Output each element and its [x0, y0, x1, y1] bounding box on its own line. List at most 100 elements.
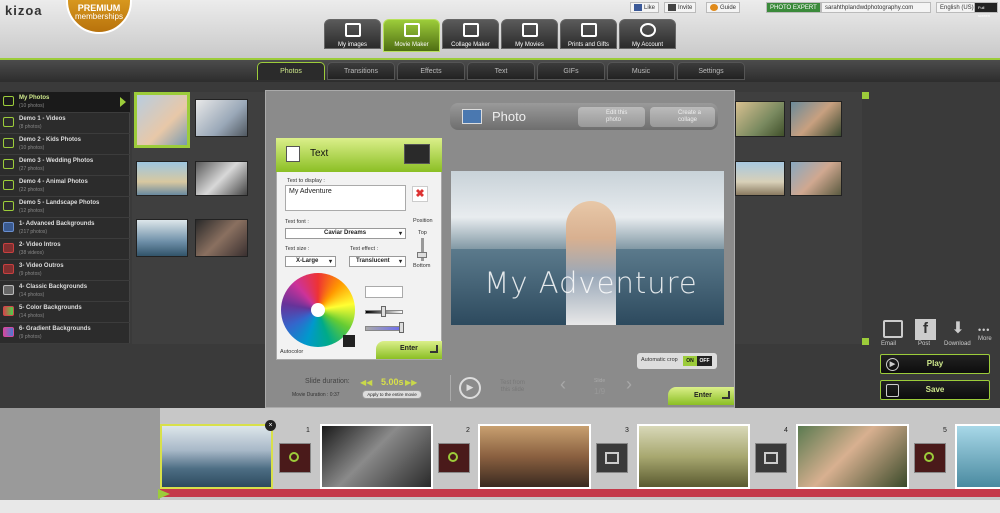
modal-enter-button[interactable]: Enter	[668, 387, 734, 405]
facebook-like-button[interactable]: Like	[630, 2, 660, 13]
subtab-effects[interactable]: Effects	[397, 62, 465, 80]
email-icon[interactable]	[883, 320, 903, 338]
zoom-effect-icon[interactable]	[279, 443, 311, 473]
photo-thumbnail[interactable]	[790, 161, 842, 196]
grid-corner-handle[interactable]	[862, 92, 869, 99]
zoom-effect-icon[interactable]	[914, 443, 946, 473]
timeline-scrollbar[interactable]	[0, 500, 1000, 513]
save-button[interactable]: Save	[880, 380, 990, 400]
album-item[interactable]: Demo 2 - Kids Photos (10 photos)	[0, 134, 130, 155]
timeline-slide[interactable]	[320, 424, 433, 489]
automatic-crop-toggle[interactable]: Automatic crop ON OFF	[637, 353, 717, 369]
play-button[interactable]: ▶ Play	[880, 354, 990, 374]
brightness-slider-handle[interactable]	[381, 306, 386, 317]
text-input[interactable]: My Adventure	[285, 185, 406, 211]
tab-my-account[interactable]: My Account	[619, 19, 676, 49]
invite-link[interactable]: Invite	[664, 2, 697, 13]
photo-thumbnail[interactable]	[790, 101, 842, 137]
opacity-slider-handle[interactable]	[399, 322, 404, 333]
font-select[interactable]: Caviar Dreams ▾	[285, 228, 406, 239]
album-item[interactable]: 1- Advanced Backgrounds (217 photos)	[0, 218, 130, 239]
album-item[interactable]: My Photos (10 photos)	[0, 92, 130, 113]
account-icon	[640, 23, 656, 37]
subtab-settings[interactable]: Settings	[677, 62, 745, 80]
album-item[interactable]: 6- Gradient Backgrounds (9 photos)	[0, 323, 130, 344]
decrease-duration-icon[interactable]: ◀◀	[360, 378, 372, 387]
album-item[interactable]: 2- Video Intros (38 videos)	[0, 239, 130, 260]
tab-prints-gifts[interactable]: Prints and Gifts	[560, 19, 617, 49]
subtab-gifs[interactable]: GIFs	[537, 62, 605, 80]
tab-my-images[interactable]: My images	[324, 19, 381, 49]
size-select[interactable]: X-Large ▾	[285, 256, 336, 267]
kizoa-logo[interactable]: kizoa	[5, 3, 43, 18]
expand-effect-icon[interactable]	[596, 443, 628, 473]
check-icon	[3, 201, 14, 211]
timeline-slide[interactable]	[796, 424, 909, 489]
album-item[interactable]: Demo 5 - Landscape Photos (12 photos)	[0, 197, 130, 218]
shrink-effect-icon[interactable]	[755, 443, 787, 473]
duration-value: 5.00s	[381, 377, 404, 387]
photo-thumbnail[interactable]	[195, 161, 248, 196]
next-slide-arrow[interactable]: ›	[626, 374, 632, 395]
timeline-slide[interactable]	[955, 424, 1000, 489]
edit-photo-button[interactable]: Edit this photo	[578, 107, 645, 127]
album-item[interactable]: Demo 1 - Videos (8 photos)	[0, 113, 130, 134]
photo-thumbnail[interactable]	[136, 161, 188, 196]
album-item[interactable]: 5- Color Backgrounds (14 photos)	[0, 302, 130, 323]
test-play-icon[interactable]: ▶	[459, 377, 481, 399]
position-slider-handle[interactable]	[417, 252, 427, 258]
subtab-transitions[interactable]: Transitions	[327, 62, 395, 80]
text-panel-header: Text	[276, 138, 442, 172]
photo-thumbnail[interactable]	[735, 161, 785, 196]
check-icon	[3, 138, 14, 148]
photo-thumbnail[interactable]	[195, 219, 248, 257]
create-collage-button[interactable]: Create a collage	[650, 107, 715, 127]
download-icon[interactable]: ⬇	[948, 320, 968, 338]
album-item[interactable]: Demo 3 - Wedding Photos (27 photos)	[0, 155, 130, 176]
subtab-text[interactable]: Text	[467, 62, 535, 80]
tab-movie-maker[interactable]: Movie Maker	[383, 19, 440, 52]
movie-maker-icon	[404, 23, 420, 37]
remove-slide-icon[interactable]: ×	[265, 420, 276, 431]
effect-select[interactable]: Translucent ▾	[349, 256, 406, 267]
increase-duration-icon[interactable]: ▶▶	[405, 378, 417, 387]
timeline-bar	[160, 489, 1000, 497]
fullscreen-button[interactable]: Full screen	[974, 2, 998, 18]
timeline-slide[interactable]	[478, 424, 591, 489]
zoom-effect-icon[interactable]	[438, 443, 470, 473]
check-icon	[3, 117, 14, 127]
enter-arrow-icon	[722, 391, 730, 399]
photo-expert-badge[interactable]: PHOTO EXPERT	[766, 2, 821, 13]
more-icon[interactable]: •••	[978, 325, 990, 335]
divider	[450, 375, 451, 401]
grid-corner-handle[interactable]	[862, 338, 869, 345]
post-facebook-icon[interactable]: f	[915, 319, 936, 340]
classic-bg-icon	[3, 285, 14, 295]
prev-slide-arrow[interactable]: ‹	[560, 374, 566, 395]
apply-all-button[interactable]: Apply to the entire movie	[362, 390, 422, 399]
photo-thumbnail[interactable]	[735, 101, 785, 137]
film-icon[interactable]	[404, 144, 430, 164]
subtab-music[interactable]: Music	[607, 62, 675, 80]
photo-thumbnail[interactable]	[136, 219, 188, 257]
tab-collage-maker[interactable]: Collage Maker	[442, 19, 499, 49]
timeline-slide[interactable]	[160, 424, 273, 489]
account-email[interactable]: sarahthplandwdphotography.com	[821, 2, 931, 13]
opacity-slider[interactable]	[365, 326, 403, 331]
guide-link[interactable]: Guide	[706, 2, 741, 13]
album-item[interactable]: 4- Classic Backgrounds (14 photos)	[0, 281, 130, 302]
album-item[interactable]: 3- Video Outros (9 photos)	[0, 260, 130, 281]
color-swatch[interactable]	[343, 335, 355, 347]
photo-thumbnail[interactable]	[195, 99, 248, 137]
timeline-slide[interactable]	[637, 424, 750, 489]
color-bg-icon	[3, 306, 14, 316]
clear-text-button[interactable]: ✖	[412, 186, 428, 202]
subtab-photos[interactable]: Photos	[257, 62, 325, 80]
chevron-down-icon: ▾	[398, 259, 402, 265]
album-item[interactable]: Demo 4 - Animal Photos (22 photos)	[0, 176, 130, 197]
check-icon	[3, 159, 14, 169]
text-enter-button[interactable]: Enter	[376, 341, 442, 359]
tab-my-movies[interactable]: My Movies	[501, 19, 558, 49]
photo-thumbnail[interactable]	[134, 92, 190, 148]
timeline-left-curve	[0, 408, 160, 513]
